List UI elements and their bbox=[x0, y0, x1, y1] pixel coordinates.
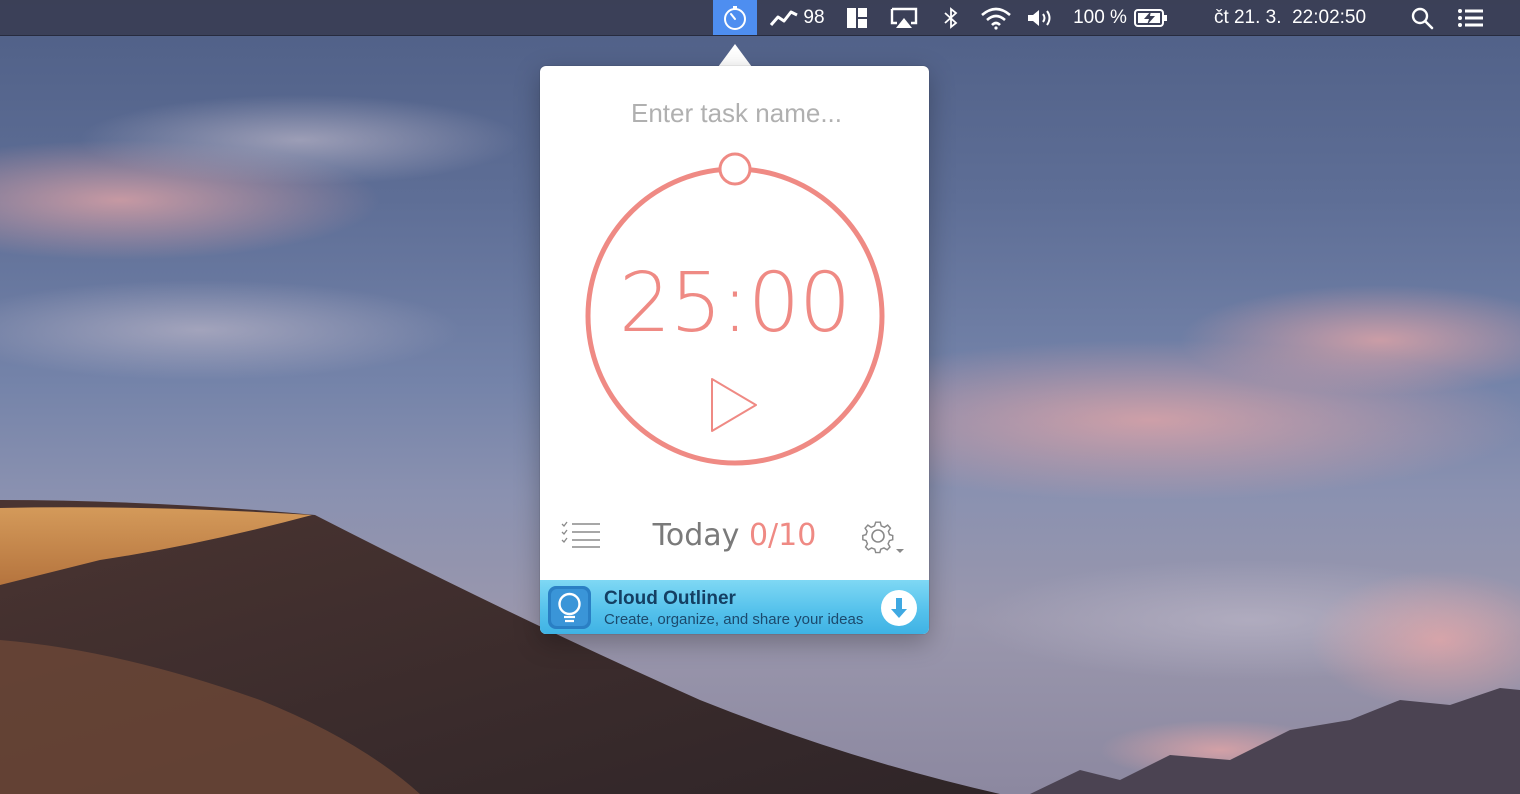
download-arrow-icon bbox=[881, 590, 917, 626]
settings-button[interactable] bbox=[858, 516, 910, 558]
ad-title: Cloud Outliner bbox=[604, 588, 736, 609]
ad-subtitle: Create, organize, and share your ideas bbox=[604, 611, 864, 628]
bluetooth-icon bbox=[944, 6, 958, 29]
stats-graph-icon bbox=[770, 10, 799, 26]
layout-menu-item[interactable] bbox=[843, 0, 871, 35]
volume-icon bbox=[1028, 9, 1051, 26]
pomodoro-timer-menu-icon[interactable] bbox=[713, 0, 757, 35]
battery-percent: 100 % bbox=[1073, 6, 1127, 28]
layout-icon bbox=[847, 7, 867, 28]
timer-knob[interactable] bbox=[718, 152, 752, 186]
wifi-menu-item[interactable] bbox=[978, 0, 1014, 35]
spotlight-search-icon bbox=[1411, 7, 1434, 29]
airplay-icon bbox=[890, 7, 918, 28]
play-icon bbox=[711, 378, 757, 432]
battery-menu-item[interactable]: 100 % bbox=[1072, 0, 1170, 35]
popover-footer: Today 0/10 bbox=[540, 512, 929, 560]
spotlight-menu-item[interactable] bbox=[1408, 0, 1436, 35]
task-list-button[interactable] bbox=[560, 520, 602, 550]
battery-charging-icon bbox=[1133, 8, 1167, 27]
today-count: 0/10 bbox=[748, 518, 817, 553]
dropdown-caret-icon bbox=[896, 549, 904, 553]
pomodoro-timer-icon bbox=[724, 5, 746, 30]
bluetooth-menu-item[interactable] bbox=[938, 0, 964, 35]
stats-menu-item[interactable]: 98 bbox=[764, 0, 830, 35]
notification-center-menu-item[interactable] bbox=[1454, 0, 1488, 35]
ad-banner[interactable]: Cloud Outliner Create, organize, and sha… bbox=[540, 580, 929, 634]
wifi-icon bbox=[981, 7, 1011, 30]
airplay-menu-item[interactable] bbox=[887, 0, 921, 35]
timer-display: 25:00 bbox=[618, 256, 851, 351]
notification-center-icon bbox=[1458, 8, 1483, 27]
clock-menu-item[interactable]: čt 21. 3. 22:02:50 bbox=[1190, 0, 1390, 35]
today-label: Today bbox=[652, 518, 740, 553]
stats-value: 98 bbox=[803, 6, 825, 28]
ad-download-button[interactable] bbox=[880, 589, 918, 627]
date-time: čt 21. 3. 22:02:50 bbox=[1213, 6, 1367, 28]
menu-bar: 98 100 % čt 21. 3. 22:02:50 bbox=[0, 0, 1520, 36]
volume-menu-item[interactable] bbox=[1024, 0, 1056, 35]
pomodoro-popover: 25:00 Today 0/10 bbox=[540, 66, 929, 634]
gear-icon bbox=[862, 521, 904, 554]
desktop: 98 100 % čt 21. 3. 22:02:50 Enter task n… bbox=[0, 0, 1520, 794]
today-summary: Today 0/10 bbox=[620, 518, 849, 553]
task-name-input[interactable] bbox=[570, 92, 903, 134]
lightbulb-app-icon bbox=[548, 586, 591, 629]
start-button[interactable] bbox=[711, 378, 757, 432]
task-list-icon bbox=[561, 521, 600, 548]
popover-arrow bbox=[718, 44, 752, 67]
